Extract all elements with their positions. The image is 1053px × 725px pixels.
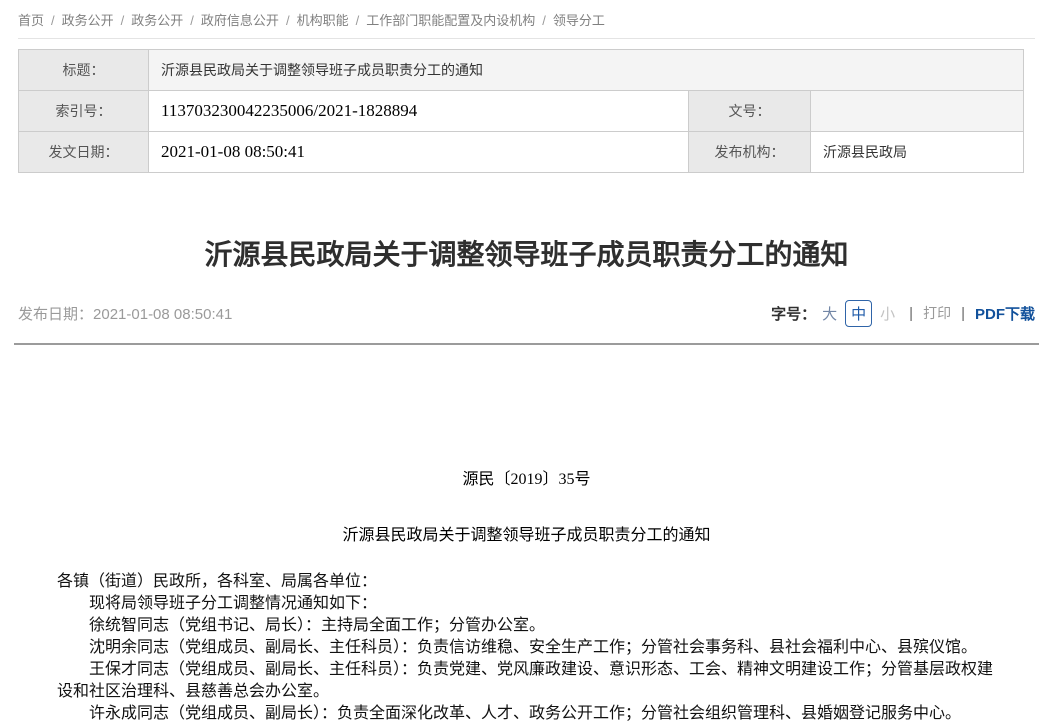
title-value: 沂源县民政局关于调整领导班子成员职责分工的通知	[149, 50, 1024, 91]
agency-value: 沂源县民政局	[811, 132, 1024, 173]
pdf-download-button[interactable]: PDF下载	[975, 303, 1035, 324]
publish-date-value: 2021-01-08 08:50:41	[93, 306, 232, 323]
print-button[interactable]: 打印	[923, 303, 951, 323]
agency-label: 发布机构：	[689, 132, 811, 173]
breadcrumb-item-info-disclosure[interactable]: 政府信息公开	[201, 13, 279, 28]
publish-date-label: 发布日期：	[18, 306, 93, 323]
paragraph-member-3: 王保才同志（党组成员、副局长、主任科员）：负责党建、党风廉政建设、意识形态、工会…	[57, 659, 1007, 703]
paragraph-intro: 现将局领导班子分工调整情况通知如下：	[57, 593, 1007, 615]
breadcrumb-separator: /	[286, 13, 290, 28]
breadcrumb-item-zwgk-2[interactable]: 政务公开	[131, 13, 183, 28]
font-size-label: 字号：	[771, 303, 816, 324]
font-size-large-button[interactable]: 大	[822, 303, 837, 324]
doc-number-label: 文号：	[689, 91, 811, 132]
breadcrumb-item-home[interactable]: 首页	[18, 13, 44, 28]
title-label: 标题：	[19, 50, 149, 91]
font-size-small-button[interactable]: 小	[880, 303, 895, 324]
publish-date: 发布日期：2021-01-08 08:50:41	[18, 303, 232, 324]
paragraph-member-1: 徐统智同志（党组书记、局长）：主持局全面工作；分管办公室。	[57, 615, 1007, 637]
table-row-index: 索引号： 113703230042235006/2021-1828894 文号：	[19, 91, 1024, 132]
breadcrumb-separator: /	[190, 13, 194, 28]
index-number-label: 索引号：	[19, 91, 149, 132]
doc-number-value	[811, 91, 1024, 132]
toolbar-separator: |	[961, 305, 965, 322]
breadcrumb-item-zwgk-1[interactable]: 政务公开	[62, 13, 114, 28]
breadcrumb-separator: /	[51, 13, 55, 28]
document-reference-number: 源民〔2019〕35号	[18, 469, 1035, 491]
document-info-table: 标题： 沂源县民政局关于调整领导班子成员职责分工的通知 索引号： 1137032…	[18, 49, 1024, 173]
paragraph-member-2: 沈明余同志（党组成员、副局长、主任科员）：负责信访维稳、安全生产工作；分管社会事…	[57, 637, 1007, 659]
paragraph-member-4: 许永成同志（党组成员、副局长）：负责全面深化改革、人才、政务公开工作；分管社会组…	[57, 703, 1007, 725]
font-size-medium-button[interactable]: 中	[845, 300, 872, 327]
breadcrumb: 首页 / 政务公开 / 政务公开 / 政府信息公开 / 机构职能 / 工作部门职能配置及内设机构 / 领…	[0, 0, 1053, 38]
index-number-value: 113703230042235006/2021-1828894	[149, 91, 689, 132]
breadcrumb-item-leadership[interactable]: 领导分工	[553, 13, 605, 28]
breadcrumb-divider	[18, 38, 1035, 39]
page-title: 沂源县民政局关于调整领导班子成员职责分工的通知	[18, 240, 1035, 270]
breadcrumb-item-dept-config[interactable]: 工作部门职能配置及内设机构	[366, 13, 535, 28]
document-title: 沂源县民政局关于调整领导班子成员职责分工的通知	[18, 525, 1035, 547]
issue-date-label: 发文日期：	[19, 132, 149, 173]
breadcrumb-item-org-functions[interactable]: 机构职能	[297, 13, 349, 28]
issue-date-value: 2021-01-08 08:50:41	[149, 132, 689, 173]
table-row-date: 发文日期： 2021-01-08 08:50:41 发布机构： 沂源县民政局	[19, 132, 1024, 173]
article-meta-row: 发布日期：2021-01-08 08:50:41 字号： 大 中 小 | 打印 …	[18, 298, 1035, 328]
article-toolbar: 字号： 大 中 小 | 打印 | PDF下载	[771, 300, 1035, 327]
document-body: 源民〔2019〕35号 沂源县民政局关于调整领导班子成员职责分工的通知 各镇（街…	[0, 469, 1053, 725]
breadcrumb-separator: /	[542, 13, 546, 28]
table-row-title: 标题： 沂源县民政局关于调整领导班子成员职责分工的通知	[19, 50, 1024, 91]
breadcrumb-separator: /	[121, 13, 125, 28]
content-divider	[14, 343, 1039, 345]
document-text: 各镇（街道）民政所，各科室、局属各单位： 现将局领导班子分工调整情况通知如下： …	[57, 571, 1007, 725]
toolbar-separator: |	[909, 305, 913, 322]
paragraph-salutation: 各镇（街道）民政所，各科室、局属各单位：	[57, 571, 1007, 593]
breadcrumb-separator: /	[356, 13, 360, 28]
